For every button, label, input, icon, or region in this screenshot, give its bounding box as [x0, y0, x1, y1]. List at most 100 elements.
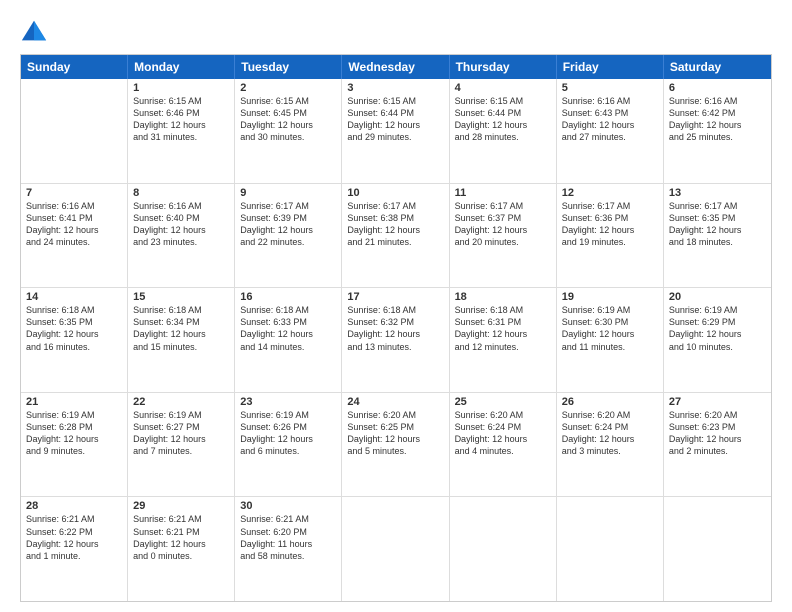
day-number: 9: [240, 187, 336, 199]
day-cell-7: 7Sunrise: 6:16 AM Sunset: 6:41 PM Daylig…: [21, 184, 128, 288]
day-cell-18: 18Sunrise: 6:18 AM Sunset: 6:31 PM Dayli…: [450, 288, 557, 392]
day-number: 12: [562, 187, 658, 199]
day-number: 18: [455, 291, 551, 303]
day-number: 17: [347, 291, 443, 303]
day-info: Sunrise: 6:15 AM Sunset: 6:44 PM Dayligh…: [347, 95, 443, 144]
day-cell-5: 5Sunrise: 6:16 AM Sunset: 6:43 PM Daylig…: [557, 79, 664, 183]
day-info: Sunrise: 6:17 AM Sunset: 6:38 PM Dayligh…: [347, 200, 443, 249]
day-header-wednesday: Wednesday: [342, 55, 449, 79]
day-header-thursday: Thursday: [450, 55, 557, 79]
day-cell-15: 15Sunrise: 6:18 AM Sunset: 6:34 PM Dayli…: [128, 288, 235, 392]
day-cell-empty: [342, 497, 449, 601]
day-number: 13: [669, 187, 766, 199]
week-row-4: 21Sunrise: 6:19 AM Sunset: 6:28 PM Dayli…: [21, 392, 771, 497]
day-info: Sunrise: 6:16 AM Sunset: 6:43 PM Dayligh…: [562, 95, 658, 144]
day-info: Sunrise: 6:17 AM Sunset: 6:37 PM Dayligh…: [455, 200, 551, 249]
day-info: Sunrise: 6:19 AM Sunset: 6:26 PM Dayligh…: [240, 409, 336, 458]
day-cell-21: 21Sunrise: 6:19 AM Sunset: 6:28 PM Dayli…: [21, 393, 128, 497]
day-number: 26: [562, 396, 658, 408]
day-cell-12: 12Sunrise: 6:17 AM Sunset: 6:36 PM Dayli…: [557, 184, 664, 288]
day-cell-25: 25Sunrise: 6:20 AM Sunset: 6:24 PM Dayli…: [450, 393, 557, 497]
day-header-sunday: Sunday: [21, 55, 128, 79]
day-cell-8: 8Sunrise: 6:16 AM Sunset: 6:40 PM Daylig…: [128, 184, 235, 288]
day-number: 23: [240, 396, 336, 408]
day-cell-empty: [557, 497, 664, 601]
day-number: 21: [26, 396, 122, 408]
day-info: Sunrise: 6:19 AM Sunset: 6:30 PM Dayligh…: [562, 304, 658, 353]
day-cell-3: 3Sunrise: 6:15 AM Sunset: 6:44 PM Daylig…: [342, 79, 449, 183]
day-info: Sunrise: 6:20 AM Sunset: 6:24 PM Dayligh…: [455, 409, 551, 458]
day-info: Sunrise: 6:21 AM Sunset: 6:22 PM Dayligh…: [26, 513, 122, 562]
day-info: Sunrise: 6:20 AM Sunset: 6:24 PM Dayligh…: [562, 409, 658, 458]
week-row-3: 14Sunrise: 6:18 AM Sunset: 6:35 PM Dayli…: [21, 287, 771, 392]
day-cell-empty: [664, 497, 771, 601]
day-cell-13: 13Sunrise: 6:17 AM Sunset: 6:35 PM Dayli…: [664, 184, 771, 288]
day-number: 10: [347, 187, 443, 199]
day-info: Sunrise: 6:19 AM Sunset: 6:29 PM Dayligh…: [669, 304, 766, 353]
day-number: 11: [455, 187, 551, 199]
day-cell-empty: [450, 497, 557, 601]
logo-icon: [20, 18, 48, 46]
day-info: Sunrise: 6:17 AM Sunset: 6:39 PM Dayligh…: [240, 200, 336, 249]
day-info: Sunrise: 6:20 AM Sunset: 6:25 PM Dayligh…: [347, 409, 443, 458]
logo: [20, 18, 52, 46]
day-cell-30: 30Sunrise: 6:21 AM Sunset: 6:20 PM Dayli…: [235, 497, 342, 601]
day-cell-9: 9Sunrise: 6:17 AM Sunset: 6:39 PM Daylig…: [235, 184, 342, 288]
day-number: 29: [133, 500, 229, 512]
day-cell-22: 22Sunrise: 6:19 AM Sunset: 6:27 PM Dayli…: [128, 393, 235, 497]
day-info: Sunrise: 6:18 AM Sunset: 6:34 PM Dayligh…: [133, 304, 229, 353]
week-row-5: 28Sunrise: 6:21 AM Sunset: 6:22 PM Dayli…: [21, 496, 771, 601]
day-number: 3: [347, 82, 443, 94]
day-number: 24: [347, 396, 443, 408]
day-cell-16: 16Sunrise: 6:18 AM Sunset: 6:33 PM Dayli…: [235, 288, 342, 392]
day-number: 15: [133, 291, 229, 303]
day-header-saturday: Saturday: [664, 55, 771, 79]
day-number: 20: [669, 291, 766, 303]
day-header-friday: Friday: [557, 55, 664, 79]
day-cell-24: 24Sunrise: 6:20 AM Sunset: 6:25 PM Dayli…: [342, 393, 449, 497]
day-info: Sunrise: 6:15 AM Sunset: 6:44 PM Dayligh…: [455, 95, 551, 144]
day-cell-23: 23Sunrise: 6:19 AM Sunset: 6:26 PM Dayli…: [235, 393, 342, 497]
day-cell-1: 1Sunrise: 6:15 AM Sunset: 6:46 PM Daylig…: [128, 79, 235, 183]
day-info: Sunrise: 6:16 AM Sunset: 6:40 PM Dayligh…: [133, 200, 229, 249]
day-number: 4: [455, 82, 551, 94]
day-info: Sunrise: 6:15 AM Sunset: 6:45 PM Dayligh…: [240, 95, 336, 144]
day-number: 22: [133, 396, 229, 408]
week-row-1: 1Sunrise: 6:15 AM Sunset: 6:46 PM Daylig…: [21, 79, 771, 183]
day-cell-6: 6Sunrise: 6:16 AM Sunset: 6:42 PM Daylig…: [664, 79, 771, 183]
day-info: Sunrise: 6:15 AM Sunset: 6:46 PM Dayligh…: [133, 95, 229, 144]
day-info: Sunrise: 6:18 AM Sunset: 6:33 PM Dayligh…: [240, 304, 336, 353]
day-cell-4: 4Sunrise: 6:15 AM Sunset: 6:44 PM Daylig…: [450, 79, 557, 183]
day-cell-26: 26Sunrise: 6:20 AM Sunset: 6:24 PM Dayli…: [557, 393, 664, 497]
day-cell-11: 11Sunrise: 6:17 AM Sunset: 6:37 PM Dayli…: [450, 184, 557, 288]
day-number: 30: [240, 500, 336, 512]
day-cell-17: 17Sunrise: 6:18 AM Sunset: 6:32 PM Dayli…: [342, 288, 449, 392]
day-info: Sunrise: 6:17 AM Sunset: 6:36 PM Dayligh…: [562, 200, 658, 249]
calendar-body: 1Sunrise: 6:15 AM Sunset: 6:46 PM Daylig…: [21, 79, 771, 601]
day-cell-28: 28Sunrise: 6:21 AM Sunset: 6:22 PM Dayli…: [21, 497, 128, 601]
day-cell-27: 27Sunrise: 6:20 AM Sunset: 6:23 PM Dayli…: [664, 393, 771, 497]
day-number: 16: [240, 291, 336, 303]
day-info: Sunrise: 6:20 AM Sunset: 6:23 PM Dayligh…: [669, 409, 766, 458]
day-header-tuesday: Tuesday: [235, 55, 342, 79]
day-number: 14: [26, 291, 122, 303]
day-number: 2: [240, 82, 336, 94]
day-number: 5: [562, 82, 658, 94]
day-cell-29: 29Sunrise: 6:21 AM Sunset: 6:21 PM Dayli…: [128, 497, 235, 601]
header: [20, 18, 772, 46]
day-info: Sunrise: 6:19 AM Sunset: 6:28 PM Dayligh…: [26, 409, 122, 458]
day-info: Sunrise: 6:18 AM Sunset: 6:35 PM Dayligh…: [26, 304, 122, 353]
day-info: Sunrise: 6:18 AM Sunset: 6:31 PM Dayligh…: [455, 304, 551, 353]
day-number: 7: [26, 187, 122, 199]
day-cell-14: 14Sunrise: 6:18 AM Sunset: 6:35 PM Dayli…: [21, 288, 128, 392]
calendar: SundayMondayTuesdayWednesdayThursdayFrid…: [20, 54, 772, 602]
week-row-2: 7Sunrise: 6:16 AM Sunset: 6:41 PM Daylig…: [21, 183, 771, 288]
day-cell-19: 19Sunrise: 6:19 AM Sunset: 6:30 PM Dayli…: [557, 288, 664, 392]
day-number: 25: [455, 396, 551, 408]
day-info: Sunrise: 6:21 AM Sunset: 6:21 PM Dayligh…: [133, 513, 229, 562]
day-number: 27: [669, 396, 766, 408]
day-info: Sunrise: 6:21 AM Sunset: 6:20 PM Dayligh…: [240, 513, 336, 562]
day-cell-10: 10Sunrise: 6:17 AM Sunset: 6:38 PM Dayli…: [342, 184, 449, 288]
day-cell-20: 20Sunrise: 6:19 AM Sunset: 6:29 PM Dayli…: [664, 288, 771, 392]
day-number: 8: [133, 187, 229, 199]
